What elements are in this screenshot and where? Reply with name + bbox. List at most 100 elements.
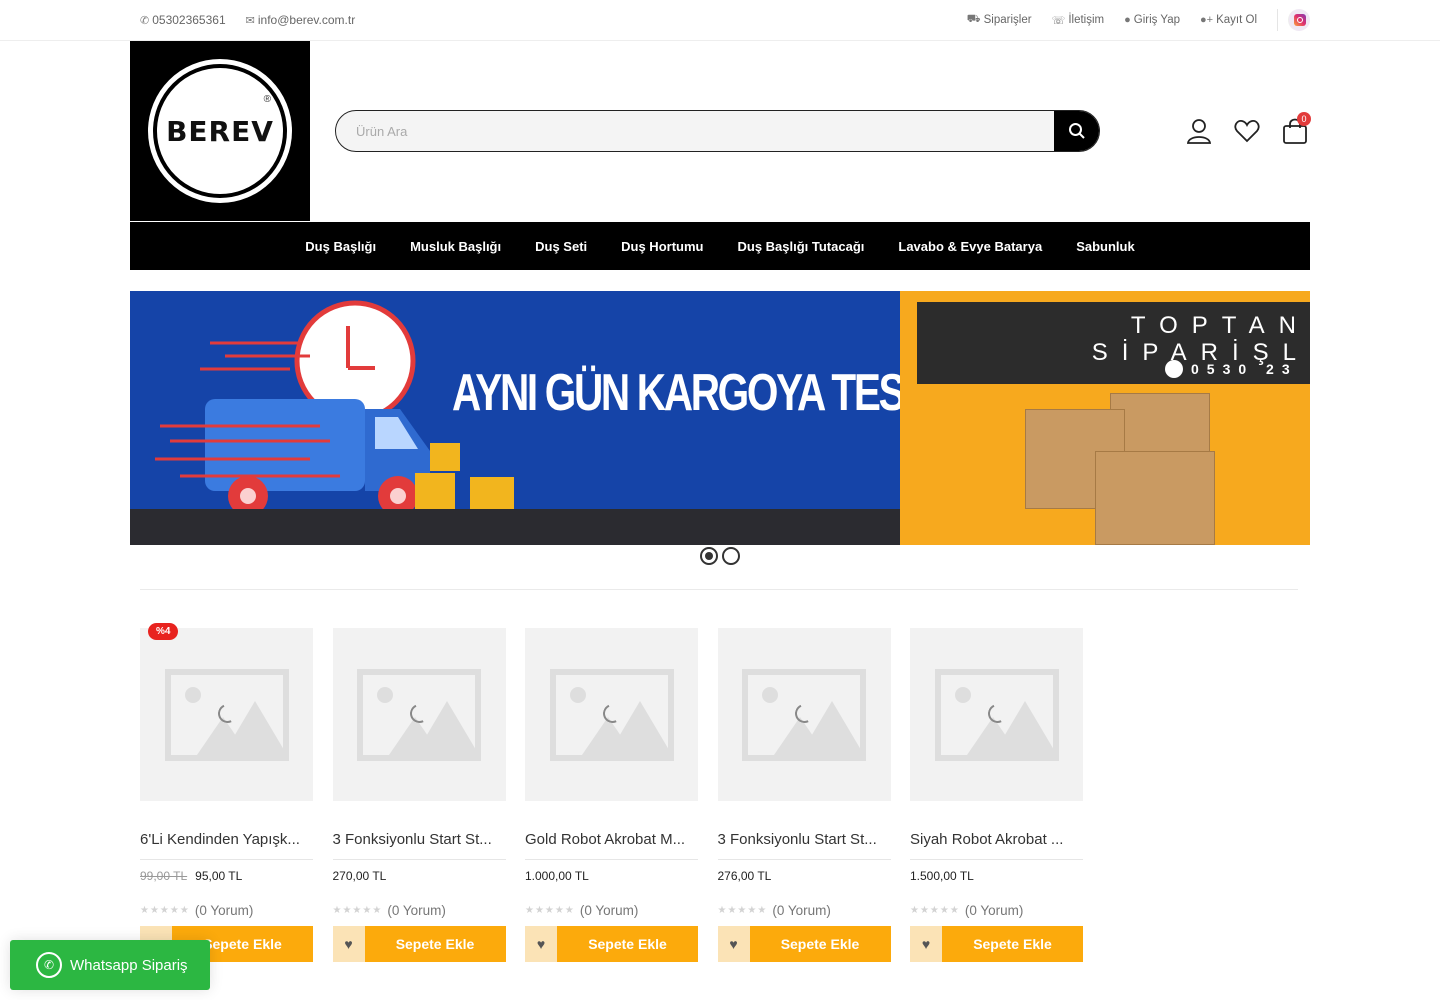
product-price: 270,00 TL (333, 869, 506, 885)
account-button[interactable] (1184, 116, 1214, 146)
whatsapp-icon: ✆ (36, 952, 62, 978)
add-to-cart-button[interactable]: Sepete Ekle (749, 926, 891, 962)
add-to-cart-button[interactable]: Sepete Ekle (364, 926, 506, 962)
product-image-placeholder[interactable] (910, 628, 1083, 801)
envelope-icon: ✉ (245, 14, 255, 27)
product-image-placeholder[interactable] (717, 628, 891, 801)
phone-icon (1165, 360, 1183, 378)
search-icon (1068, 123, 1085, 139)
heart-icon (1234, 120, 1260, 143)
hero-banner[interactable]: AYNI GÜN KARGOYA TESLİM TOPTAN SİPARİŞL … (130, 291, 1310, 545)
product-card[interactable]: Siyah Robot Akrobat ... 1.500,00 TL ★★★★… (910, 628, 1083, 962)
product-image-placeholder[interactable] (140, 628, 313, 801)
add-to-cart-button[interactable]: Sepete Ekle (557, 926, 698, 962)
product-image-placeholder[interactable] (332, 628, 506, 801)
current-price: 276,00 TL (717, 869, 772, 883)
nav-item-musluk-basligi[interactable]: Musluk Başlığı (410, 239, 501, 254)
heart-icon: ♥ (921, 936, 931, 952)
top-bar: ✆ 05302365361 ✉ info@berev.com.tr ⛟ Sipa… (0, 0, 1440, 41)
cardboard-box-icon (1095, 451, 1215, 545)
add-to-wishlist-button[interactable]: ♥ (717, 926, 750, 962)
review-count: (0 Yorum) (964, 903, 1024, 918)
instagram-icon[interactable] (1288, 9, 1310, 31)
add-to-wishlist-button[interactable]: ♥ (332, 926, 365, 962)
banner-headline: AYNI GÜN KARGOYA TESLİM (452, 364, 968, 422)
add-to-wishlist-button[interactable]: ♥ (910, 926, 942, 962)
search-bar (335, 110, 1100, 152)
product-card[interactable]: Gold Robot Akrobat M... 1.000,00 TL ★★★★… (525, 628, 698, 962)
heart-icon: ♥ (536, 936, 546, 952)
product-card[interactable]: 3 Fonksiyonlu Start St... 270,00 TL ★★★★… (332, 628, 506, 962)
discount-badge: %4 (148, 623, 179, 640)
banner-road (130, 509, 900, 545)
search-button[interactable] (1054, 111, 1099, 151)
contact-icon: ☏ (1051, 14, 1066, 27)
wholesale-phone: 0530 23 (1165, 360, 1298, 378)
add-to-wishlist-button[interactable]: ♥ (525, 926, 557, 962)
product-rating: ★★★★★ (0 Yorum) (525, 903, 698, 918)
wholesale-phone-number: 0530 23 (1191, 361, 1298, 377)
whatsapp-label: Whatsapp Sipariş (70, 956, 188, 974)
review-count: (0 Yorum) (387, 903, 446, 918)
product-price: 1.000,00 TL (525, 869, 698, 885)
add-to-cart-button[interactable]: Sepete Ekle (942, 926, 1083, 962)
email-address: info@berev.com.tr (257, 13, 356, 27)
contact-link[interactable]: ☏ İletişim (1052, 14, 1105, 27)
slider-dot-1[interactable] (700, 547, 718, 565)
register-link[interactable]: ●+ Kayıt Ol (1200, 14, 1257, 26)
product-title[interactable]: 6'Li Kendinden Yapışk... (140, 831, 313, 860)
star-rating-icon: ★★★★★ (525, 905, 575, 916)
user-icon (1186, 119, 1212, 144)
nav-item-dus-basligi-tutacagi[interactable]: Duş Başlığı Tutacağı (737, 239, 864, 254)
product-title[interactable]: 3 Fonksiyonlu Start St... (717, 831, 891, 860)
login-link[interactable]: ● Giriş Yap (1124, 14, 1180, 26)
logo[interactable]: BEREV ® (130, 41, 310, 221)
nav-item-dus-seti[interactable]: Duş Seti (535, 239, 587, 254)
nav-item-sabunluk[interactable]: Sabunluk (1076, 239, 1135, 254)
divider (1277, 9, 1278, 31)
truck-icon: ⛟ (966, 13, 981, 25)
heart-icon: ♥ (344, 936, 353, 952)
logo-text: BEREV (166, 114, 274, 148)
whatsapp-order-button[interactable]: ✆ Whatsapp Sipariş (10, 940, 210, 990)
old-price: 99,00 TL (140, 869, 188, 883)
cart-button[interactable]: 0 (1280, 112, 1311, 146)
star-rating-icon: ★★★★★ (717, 905, 768, 916)
slider-dot-2[interactable] (722, 547, 740, 565)
star-rating-icon: ★★★★★ (140, 905, 190, 916)
user-circle-icon: ● (1124, 14, 1131, 26)
product-rating: ★★★★★ (0 Yorum) (140, 903, 313, 918)
product-title[interactable]: Siyah Robot Akrobat ... (910, 831, 1083, 860)
nav-item-lavabo-evye-batarya[interactable]: Lavabo & Evye Batarya (898, 239, 1042, 254)
product-card[interactable]: %4 6'Li Kendinden Yapışk... 99,00 TL 95,0… (140, 623, 313, 962)
search-input[interactable] (336, 111, 1036, 151)
main-navigation: Duş Başlığı Musluk Başlığı Duş Seti Duş … (130, 222, 1310, 270)
nav-item-dus-basligi[interactable]: Duş Başlığı (305, 239, 376, 254)
registered-mark: ® (263, 94, 271, 105)
cart-count-badge: 0 (1297, 112, 1311, 126)
orders-label: Siparişler (983, 14, 1032, 26)
heart-icon: ♥ (729, 936, 738, 952)
phone-number: 05302365361 (152, 13, 226, 27)
product-list: %4 6'Li Kendinden Yapışk... 99,00 TL 95,0… (140, 623, 1103, 962)
orders-link[interactable]: ⛟ Siparişler (967, 13, 1032, 27)
review-count: (0 Yorum) (579, 903, 639, 918)
product-title[interactable]: Gold Robot Akrobat M... (525, 831, 698, 860)
wholesale-sign: TOPTAN SİPARİŞL 0530 23 (917, 302, 1310, 384)
product-rating: ★★★★★ (0 Yorum) (910, 903, 1083, 918)
wishlist-button[interactable] (1232, 116, 1262, 146)
product-price: 1.500,00 TL (910, 869, 1083, 885)
email-contact[interactable]: ✉ info@berev.com.tr (246, 13, 356, 27)
wholesale-line-1: TOPTAN (1130, 312, 1310, 339)
current-price: 1.000,00 TL (525, 869, 589, 883)
banner-delivery-panel: AYNI GÜN KARGOYA TESLİM (130, 291, 968, 545)
nav-item-dus-hortumu[interactable]: Duş Hortumu (621, 239, 703, 254)
product-image-placeholder[interactable] (525, 628, 698, 801)
user-plus-icon: ●+ (1200, 14, 1214, 26)
product-card[interactable]: 3 Fonksiyonlu Start St... 276,00 TL ★★★★… (717, 628, 891, 962)
current-price: 1.500,00 TL (910, 869, 974, 883)
phone-contact[interactable]: ✆ 05302365361 (140, 13, 226, 27)
site-header: BEREV ® 0 (130, 41, 1311, 221)
product-title[interactable]: 3 Fonksiyonlu Start St... (332, 831, 506, 860)
phone-icon: ✆ (140, 14, 150, 27)
